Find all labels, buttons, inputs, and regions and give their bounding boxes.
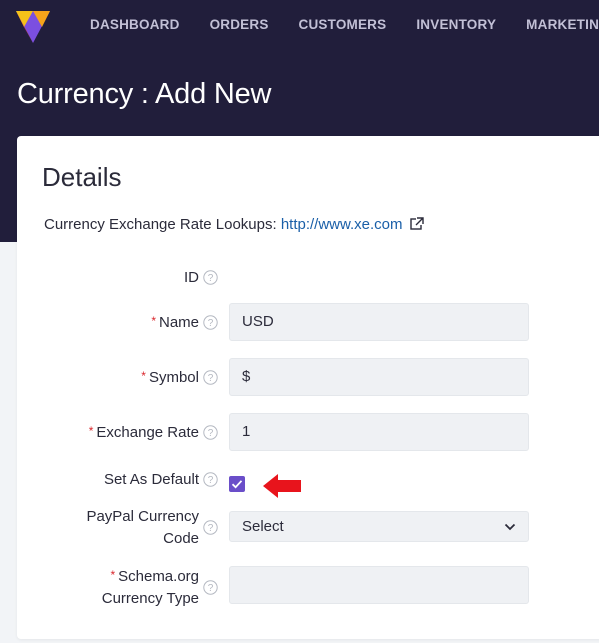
paypal-label-line2: Code — [163, 530, 199, 547]
svg-text:?: ? — [208, 475, 214, 486]
svg-text:?: ? — [208, 318, 214, 329]
card-title: Details — [42, 162, 122, 192]
set-default-checkbox[interactable] — [229, 476, 245, 492]
help-icon[interactable]: ? — [203, 472, 218, 487]
default-label: Set As Default — [104, 469, 199, 491]
exchange-lookup-line: Currency Exchange Rate Lookups: http://w… — [44, 216, 424, 233]
name-label: * Name — [151, 312, 199, 334]
nav-customers[interactable]: CUSTOMERS — [299, 17, 387, 32]
lookup-text: Currency Exchange Rate Lookups: — [44, 216, 277, 233]
nav-inventory[interactable]: INVENTORY — [416, 17, 496, 32]
name-input[interactable]: USD — [229, 303, 529, 341]
required-marker: * — [88, 424, 94, 438]
paypal-select-value: Select — [242, 518, 284, 535]
svg-text:?: ? — [208, 523, 214, 534]
paypal-label: PayPal Currency Code — [86, 506, 199, 550]
symbol-label: * Symbol — [141, 367, 199, 389]
nav-orders[interactable]: ORDERS — [210, 17, 269, 32]
id-label-text: ID — [184, 269, 199, 286]
svg-text:?: ? — [208, 583, 214, 594]
schema-currency-type-input[interactable] — [229, 566, 529, 604]
paypal-currency-select[interactable]: Select — [229, 511, 529, 542]
logo-icon[interactable] — [14, 7, 52, 45]
nav-dashboard[interactable]: DASHBOARD — [90, 17, 180, 32]
name-label-text: Name — [158, 314, 199, 331]
required-marker: * — [141, 369, 146, 383]
xe-link[interactable]: http://www.xe.com — [281, 216, 403, 233]
paypal-label-line1: PayPal Currency — [86, 508, 199, 525]
schema-label-line1-text: Schema.org — [118, 568, 199, 585]
exchange-rate-label-text: Exchange Rate — [96, 424, 199, 441]
page-title: Currency : Add New — [17, 78, 272, 110]
required-marker: * — [151, 314, 156, 328]
id-label: ID — [184, 267, 199, 289]
svg-text:?: ? — [208, 428, 214, 439]
help-icon[interactable]: ? — [203, 315, 218, 330]
symbol-label-text: Symbol — [148, 369, 199, 386]
nav-marketing[interactable]: MARKETING — [526, 17, 599, 32]
checkmark-icon — [231, 480, 243, 489]
details-card: Details Currency Exchange Rate Lookups: … — [17, 136, 599, 639]
svg-text:?: ? — [208, 273, 214, 284]
exchange-rate-input[interactable]: 1 — [229, 413, 529, 451]
external-link-icon[interactable] — [410, 217, 424, 231]
help-icon[interactable]: ? — [203, 270, 218, 285]
help-icon[interactable]: ? — [203, 370, 218, 385]
main-nav: DASHBOARD ORDERS CUSTOMERS INVENTORY MAR… — [90, 17, 599, 32]
help-icon[interactable]: ? — [203, 520, 218, 535]
default-label-text: Set As Default — [103, 471, 199, 488]
arrow-left-icon — [263, 474, 301, 498]
exchange-rate-label: * Exchange Rate — [89, 422, 199, 444]
schema-label-line2: Currency Type — [101, 590, 199, 607]
chevron-down-icon — [504, 523, 516, 531]
schema-label-line1: * Schema.org — [102, 566, 199, 588]
symbol-input[interactable]: $ — [229, 358, 529, 396]
required-marker: * — [110, 568, 116, 582]
help-icon[interactable]: ? — [203, 425, 218, 440]
help-icon[interactable]: ? — [203, 580, 218, 595]
schema-label: * Schema.org Currency Type — [102, 566, 199, 610]
svg-text:?: ? — [208, 373, 214, 384]
